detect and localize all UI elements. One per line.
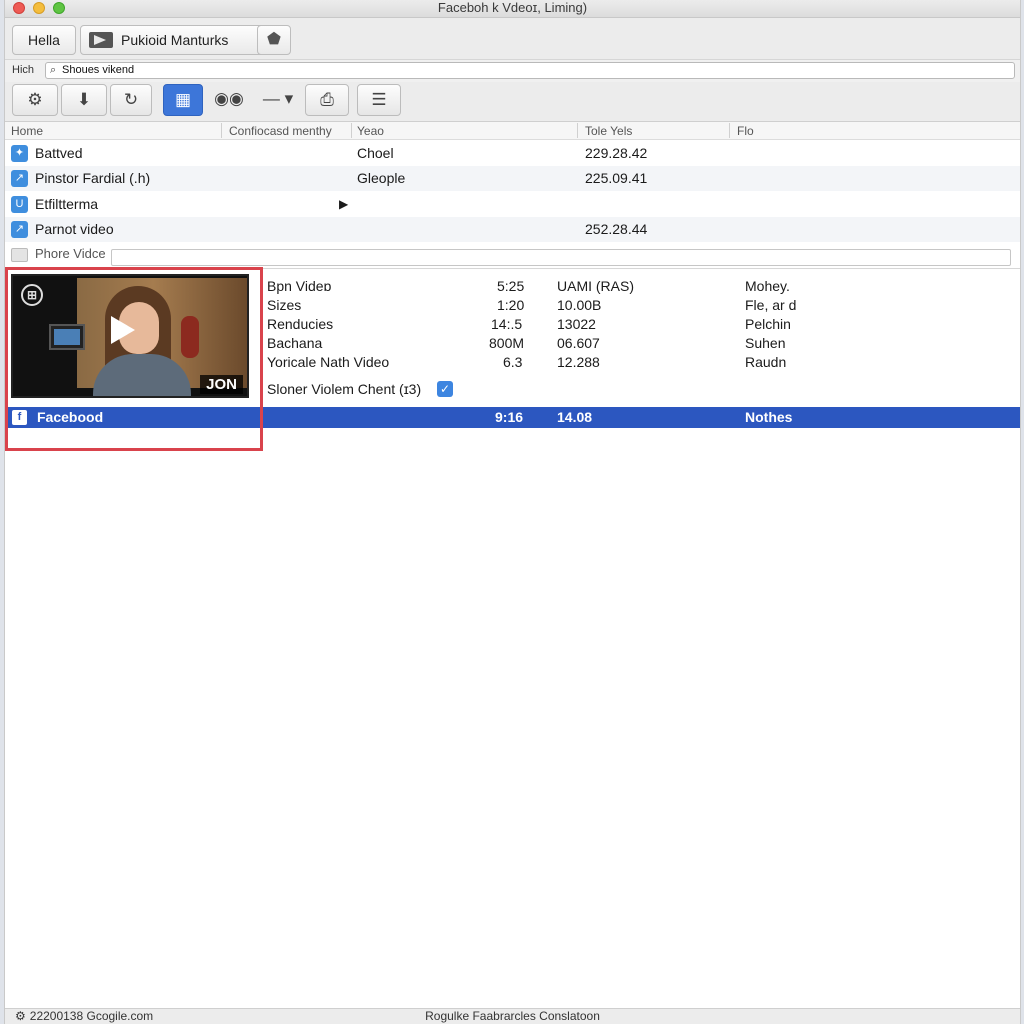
settings-icon: ⚙ [27,90,43,109]
grid-view-button[interactable]: ▦ [163,84,203,116]
detail-value: UAMI (RAS) [557,278,634,294]
list-header: Home Confiocasd menthy Yeao Tole Yels Fl… [5,122,1020,140]
row-notes: Nothes [745,409,793,425]
detail-value: 13022 [557,316,596,332]
item-col3: 225.09.41 [585,170,648,186]
phone-video-field[interactable] [111,249,1011,266]
status-bar: ⚙ 22200138 Gcogile.com Rogulke Faabrarcle… [5,1008,1020,1024]
search-input[interactable]: ⌕ Shoues vikend [45,62,1015,79]
item-col3: 229.28.42 [585,145,648,161]
checkbox-label: Sloner Violem Chent (ɪ3) [267,381,422,397]
detail-value: Pelchin [745,316,791,332]
detail-value: 10.00B [557,297,602,313]
check-icon[interactable]: ✓ [437,381,453,397]
detail-value: Raudn [745,354,787,370]
detail-label: Sizes [267,297,302,313]
app-icon: ↗ [11,170,28,187]
phone-video-label: Phore Vidce [35,246,106,261]
item-name: Etfiltterma [35,196,99,212]
title-bar: Faceboh k Vdeoɪ, Liming) [5,0,1020,18]
column-header-yeao[interactable]: Yeao [357,124,384,138]
settings-button[interactable]: ⚙ [12,84,58,116]
detail-value: 6.3 [503,354,523,370]
view-button[interactable]: ◉◉ [211,84,247,116]
plugin-icon: ⬟ [267,31,281,48]
tab-bookmarks[interactable]: Pukioid Manturks [80,25,281,55]
detail-value: Suhen [745,335,786,351]
search-icon: ⌕ [50,64,57,76]
plugin-button[interactable]: ⬟ [257,25,291,55]
detail-value: Fle, ar d [745,297,797,313]
app-window: Faceboh k Vdeoɪ, Liming) Hella Pukioid M… [4,0,1021,1024]
detail-value: 5:25 [497,278,525,294]
grid-icon: ▦ [174,90,192,109]
list-item[interactable]: ↗ Pinstor Fardial (.h) Gleople 225.09.41 [5,166,1020,191]
detail-label: Bpn Videɒ [267,278,332,294]
list-item[interactable]: ↗ Parnot video 252.28.44 [5,217,1020,242]
column-header-confiocasd[interactable]: Confiocasd menthy [229,124,332,138]
video-folder-icon [89,32,113,48]
detail-value: 1:20 [497,297,525,313]
detail-label: Bachana [267,335,323,351]
detail-value: 800M [489,335,525,351]
menu-icon: ☰ [371,90,387,109]
item-col3: 252.28.44 [585,221,648,237]
app-icon: ↗ [11,221,28,238]
app-icon: U [11,196,28,213]
detail-label: Renducies [267,316,334,332]
item-col2: Gleople [357,170,406,186]
item-name: Pinstor Fardial (.h) [35,170,151,186]
link-button[interactable]: ↻ [110,84,152,116]
row-time: 9:16 [495,409,524,425]
detail-value: 06.607 [557,335,600,351]
column-header-flo[interactable]: Flo [737,124,754,138]
item-name: Battved [35,145,83,161]
link-icon: ↻ [123,90,139,109]
column-header-home[interactable]: Home [11,124,43,138]
detail-label: Yoricale Nath Video [267,354,390,370]
column-separator [221,123,222,138]
detail-value: 14:.5 [491,316,523,332]
tab-bar: Hella Pukioid Manturks ⬟ [5,18,1020,60]
item-name: Parnot video [35,221,114,237]
separator-dropdown[interactable]: — ▾ [255,84,301,116]
column-separator [729,123,730,138]
window-title: Faceboh k Vdeoɪ, Liming) [437,0,588,15]
search-row: Hich ⌕ Shoues vikend [5,60,1020,82]
column-separator [577,123,578,138]
tab-hello[interactable]: Hella [12,25,76,55]
export-button[interactable]: ⎙ [305,84,349,116]
download-icon: ⬇ [76,90,92,109]
folder-icon [11,248,28,262]
view-icon: ◉◉ [214,89,244,108]
search-label: Hich [12,64,35,76]
app-icon: ✦ [11,145,28,162]
download-button[interactable]: ⬇ [61,84,107,116]
status-center: Rogulke Faabrarcles Conslatoon [425,1009,600,1023]
column-header-tole-yels[interactable]: Tole Yels [585,124,632,138]
export-icon: ⎙ [320,90,334,109]
separator-icon: — ▾ [262,89,294,108]
item-col2: Choel [357,145,394,161]
detail-value: Mohey. [745,278,790,294]
search-value: Shoues vikend [62,64,135,76]
phone-video-row: Phore Vidce [5,242,1020,268]
column-separator [351,123,352,138]
list-item[interactable]: ✦ Battved Choel 229.28.42 [5,141,1020,166]
row-size: 14.08 [557,409,593,425]
detail-value: 12.288 [557,354,600,370]
expand-arrow-icon[interactable]: ▶ [339,192,348,217]
highlight-box [5,267,263,451]
tab-bookmarks-label: Pukioid Manturks [121,32,229,48]
menu-button[interactable]: ☰ [357,84,401,116]
toolbar: ⚙ ⬇ ↻ ▦ ◉◉ — ▾ ⎙ ☰ [5,82,1020,122]
list-item[interactable]: U Etfiltterma ▶ [5,192,1020,217]
